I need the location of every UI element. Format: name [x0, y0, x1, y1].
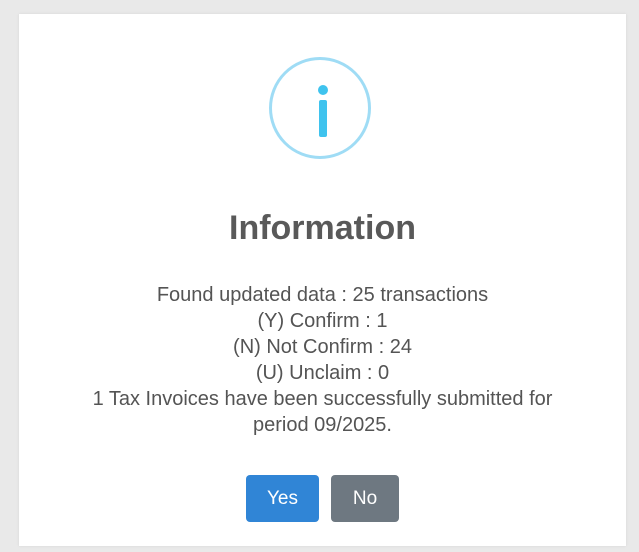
- message-line: (N) Not Confirm : 24: [233, 336, 412, 358]
- info-icon: [269, 57, 371, 159]
- message-line: (Y) Confirm : 1: [257, 310, 388, 332]
- dialog-actions: Yes No: [19, 475, 626, 522]
- message-line: (U) Unclaim : 0: [255, 362, 390, 384]
- info-icon-dot: [318, 85, 328, 95]
- yes-button[interactable]: Yes: [246, 475, 319, 522]
- dialog-message: Found updated data : 25 transactions (Y)…: [49, 282, 596, 438]
- dialog-title: Information: [229, 209, 416, 247]
- message-line: 1 Tax Invoices have been successfully su…: [92, 388, 553, 410]
- no-button[interactable]: No: [331, 475, 399, 522]
- info-icon-bar: [319, 100, 327, 137]
- message-line: period 09/2025.: [252, 414, 392, 436]
- message-line: Found updated data : 25 transactions: [156, 284, 489, 306]
- information-dialog: Information Found updated data : 25 tran…: [19, 14, 626, 546]
